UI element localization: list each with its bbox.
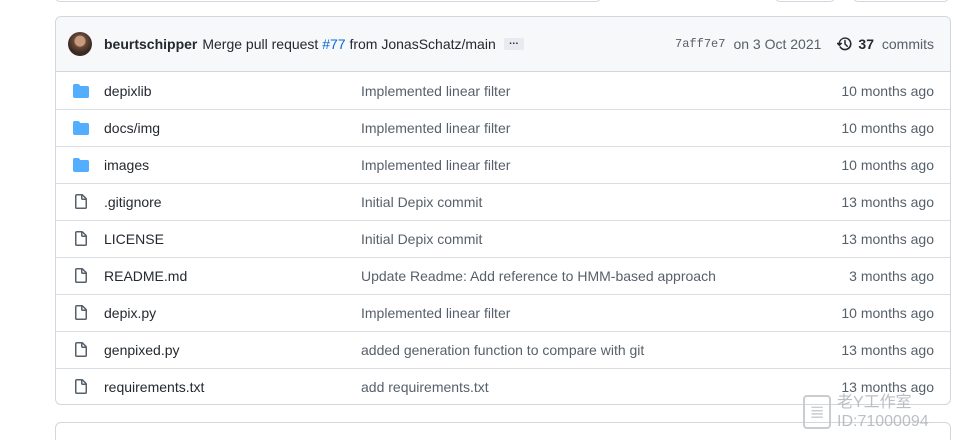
file-name-link[interactable]: images [104,157,361,173]
commit-message-link[interactable]: Update Readme: Add reference to HMM-base… [361,268,849,284]
folder-icon [73,120,89,136]
commit-age: 13 months ago [841,194,934,210]
file-row[interactable]: LICENSE Initial Depix commit 13 months ago [56,220,950,257]
top-button-edge [775,0,835,2]
file-row[interactable]: .gitignore Initial Depix commit 13 months … [56,183,950,220]
commit-message-link[interactable]: Implemented linear filter [361,157,841,173]
commit-message-suffix[interactable]: from JonasSchatz/main [349,36,495,52]
commit-sha[interactable]: 7aff7e7 [675,37,725,51]
commit-age: 10 months ago [841,82,934,99]
file-row[interactable]: genpixed.py added generation function to … [56,331,950,368]
commit-date: on 3 Oct 2021 [733,36,822,52]
file-name-link[interactable]: LICENSE [104,231,361,247]
commit-message-link[interactable]: Initial Depix commit [361,231,841,247]
file-name-link[interactable]: depixlib [104,83,361,99]
commit-message-link[interactable]: Implemented linear filter [361,120,841,136]
commit-age: 10 months ago [841,157,934,173]
file-icon [73,194,89,210]
file-row[interactable]: docs/img Implemented linear filter 10 mont… [56,109,950,146]
commit-message[interactable]: Merge pull request #77 from JonasSchatz/… [202,36,495,52]
file-icon [73,305,89,321]
file-row[interactable]: README.md Update Readme: Add reference to… [56,257,950,294]
expand-commit-button[interactable]: … [503,37,524,50]
top-button-edge [853,0,949,2]
history-icon [837,37,852,51]
file-list: depixlib Implemented linear filter 10 mont… [56,72,950,404]
file-name-link[interactable]: depix.py [104,305,361,321]
file-name-link[interactable]: requirements.txt [104,379,361,395]
file-name-link[interactable]: docs/img [104,120,361,136]
latest-commit-bar: beurtschipper Merge pull request #77 fro… [56,17,950,72]
file-icon [73,231,89,247]
commit-author[interactable]: beurtschipper [104,36,197,52]
folder-icon [73,157,89,173]
file-name-link[interactable]: .gitignore [104,194,361,210]
commits-label[interactable]: commits [882,36,934,52]
file-name-link[interactable]: README.md [104,268,361,284]
watermark-line-2: ID:71000094 [837,413,929,430]
commits-link[interactable]: 37 commits [858,36,934,52]
top-panel-edge [55,0,601,2]
file-icon [73,379,89,395]
commit-age: 13 months ago [841,231,934,247]
watermark-line-1: 老Y工作室 [837,394,912,411]
file-row[interactable]: images Implemented linear filter 10 months… [56,146,950,183]
file-name-link[interactable]: genpixed.py [104,342,361,358]
commit-message-prefix[interactable]: Merge pull request [202,36,318,52]
pull-request-link[interactable]: #77 [322,36,345,52]
watermark: ≣ 老Y工作室 ID:71000094 [803,393,929,431]
commit-message-link[interactable]: Implemented linear filter [361,305,841,321]
file-icon [73,342,89,358]
commit-message-link[interactable]: add requirements.txt [361,379,841,395]
avatar[interactable] [68,32,92,56]
commit-age: 10 months ago [841,120,934,136]
file-browser: beurtschipper Merge pull request #77 fro… [55,16,951,405]
watermark-logo-icon: ≣ [803,395,831,429]
file-row[interactable]: depix.py Implemented linear filter 10 mont… [56,294,950,331]
commit-message-link[interactable]: Initial Depix commit [361,194,841,210]
commit-age: 13 months ago [841,342,934,358]
file-icon [73,268,89,284]
commit-age: 10 months ago [841,305,934,321]
file-row[interactable]: depixlib Implemented linear filter 10 mont… [56,72,950,109]
commit-count[interactable]: 37 [858,36,874,52]
commit-message-link[interactable]: added generation function to compare wit… [361,342,841,358]
folder-icon [73,83,89,99]
commit-message-link[interactable]: Implemented linear filter [361,83,841,99]
commit-age: 3 months ago [849,268,934,284]
